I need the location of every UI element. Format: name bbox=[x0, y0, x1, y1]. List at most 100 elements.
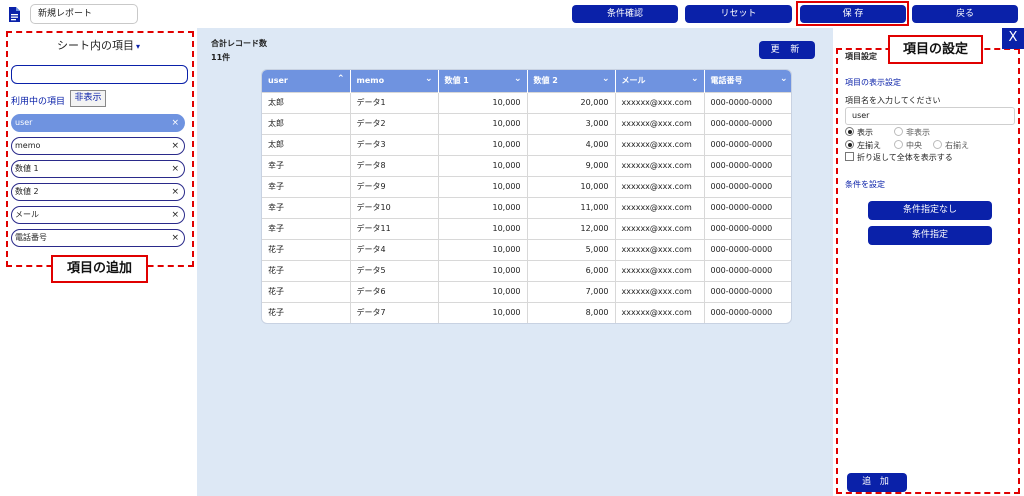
close-icon[interactable]: × bbox=[171, 115, 179, 131]
refresh-button[interactable]: 更 新 bbox=[759, 41, 815, 59]
field-settings-callout: 項目の設定 bbox=[888, 35, 983, 64]
radio-align-left[interactable]: 左揃え bbox=[845, 140, 881, 151]
table-cell: 11,000 bbox=[527, 196, 616, 218]
table-cell: 000-0000-0000 bbox=[704, 91, 791, 113]
table-cell: xxxxxx@xxx.com bbox=[615, 175, 705, 197]
condition-settings-heading: 条件を設定 bbox=[845, 180, 885, 189]
table-row[interactable]: 太郎 データ3 10,000 4,000 xxxxxx@xxx.com 000-0000-… bbox=[262, 133, 791, 155]
field-item-label: memo bbox=[15, 141, 41, 150]
no-condition-button[interactable]: 条件指定なし bbox=[868, 201, 992, 220]
sheet-fields-title-text: シート内の項目 bbox=[56, 39, 134, 52]
table-cell: 7,000 bbox=[527, 280, 616, 302]
add-fields-callout: 項目の追加 bbox=[51, 255, 148, 283]
table-cell: 3,000 bbox=[527, 112, 616, 134]
record-count-value: 11件 bbox=[211, 53, 231, 62]
table-cell: データ2 bbox=[350, 112, 439, 134]
field-item-value1[interactable]: 数値 1 × bbox=[11, 160, 185, 178]
table-cell: データ3 bbox=[350, 133, 439, 155]
table-cell: 000-0000-0000 bbox=[704, 259, 791, 281]
table-row[interactable]: 太郎 データ1 10,000 20,000 xxxxxx@xxx.com 000-0000… bbox=[262, 91, 791, 113]
close-icon[interactable]: × bbox=[171, 184, 179, 200]
table-cell: 10,000 bbox=[438, 238, 528, 260]
column-header[interactable]: user ⌃ bbox=[262, 70, 351, 92]
radio-unselected-icon bbox=[933, 140, 942, 149]
table-cell: xxxxxx@xxx.com bbox=[615, 112, 705, 134]
field-name-input[interactable]: user bbox=[845, 107, 1015, 125]
table-cell: xxxxxx@xxx.com bbox=[615, 196, 705, 218]
table-cell: 9,000 bbox=[527, 154, 616, 176]
table-cell: 5,000 bbox=[527, 238, 616, 260]
save-button[interactable]: 保 存 bbox=[800, 5, 906, 23]
close-icon[interactable]: × bbox=[171, 230, 179, 246]
add-button[interactable]: 追 加 bbox=[847, 473, 907, 492]
column-header[interactable]: 電話番号 ⌄ bbox=[704, 70, 791, 92]
table-cell: 幸子 bbox=[262, 196, 351, 218]
column-header[interactable]: 数値 2 ⌄ bbox=[527, 70, 616, 92]
sheet-fields-title[interactable]: シート内の項目 ▾ bbox=[0, 37, 197, 53]
checkbox-icon bbox=[845, 152, 854, 161]
caret-down-icon[interactable]: ▾ bbox=[136, 42, 140, 51]
radio-selected-icon bbox=[845, 140, 854, 149]
table-cell: 10,000 bbox=[438, 259, 528, 281]
hide-button[interactable]: 非表示 bbox=[70, 90, 106, 107]
radio-label: 表示 bbox=[857, 128, 873, 137]
table-cell: 花子 bbox=[262, 238, 351, 260]
chevron-down-icon[interactable]: ⌄ bbox=[514, 74, 522, 84]
table-row[interactable]: 太郎 データ2 10,000 3,000 xxxxxx@xxx.com 000-0000-… bbox=[262, 112, 791, 134]
table-cell: 000-0000-0000 bbox=[704, 112, 791, 134]
chevron-up-icon[interactable]: ⌃ bbox=[337, 74, 345, 84]
back-button[interactable]: 戻る bbox=[912, 5, 1018, 23]
field-item-label: 電話番号 bbox=[15, 233, 47, 242]
check-conditions-button[interactable]: 条件確認 bbox=[572, 5, 678, 23]
column-header[interactable]: memo ⌄ bbox=[350, 70, 439, 92]
table-cell: xxxxxx@xxx.com bbox=[615, 217, 705, 239]
table-row[interactable]: 幸子 データ8 10,000 9,000 xxxxxx@xxx.com 000-0000-… bbox=[262, 154, 791, 176]
table-row[interactable]: 花子 データ6 10,000 7,000 xxxxxx@xxx.com 000-0000-… bbox=[262, 280, 791, 302]
radio-hide[interactable]: 非表示 bbox=[894, 127, 930, 138]
column-header-label: user bbox=[268, 76, 288, 86]
wrap-text-checkbox[interactable]: 折り返して全体を表示する bbox=[845, 152, 953, 163]
close-icon[interactable]: × bbox=[171, 138, 179, 154]
table-row[interactable]: 幸子 データ10 10,000 11,000 xxxxxx@xxx.com 000-000… bbox=[262, 196, 791, 218]
field-item-memo[interactable]: memo × bbox=[11, 137, 185, 155]
field-item-label: メール bbox=[15, 210, 39, 219]
display-settings-heading: 項目の表示設定 bbox=[845, 78, 901, 87]
field-item-value2[interactable]: 数値 2 × bbox=[11, 183, 185, 201]
table-row[interactable]: 幸子 データ11 10,000 12,000 xxxxxx@xxx.com 000-000… bbox=[262, 217, 791, 239]
table-cell: 10,000 bbox=[438, 133, 528, 155]
table-row[interactable]: 幸子 データ9 10,000 10,000 xxxxxx@xxx.com 000-0000… bbox=[262, 175, 791, 197]
table-row[interactable]: 花子 データ5 10,000 6,000 xxxxxx@xxx.com 000-0000-… bbox=[262, 259, 791, 281]
chevron-down-icon[interactable]: ⌄ bbox=[691, 74, 699, 84]
field-search-input[interactable] bbox=[11, 65, 188, 84]
close-icon[interactable]: × bbox=[171, 161, 179, 177]
table-cell: xxxxxx@xxx.com bbox=[615, 154, 705, 176]
chevron-down-icon[interactable]: ⌄ bbox=[425, 74, 433, 84]
radio-show[interactable]: 表示 bbox=[845, 127, 873, 138]
table-cell: データ1 bbox=[350, 91, 439, 113]
chevron-down-icon[interactable]: ⌄ bbox=[602, 74, 610, 84]
table-row[interactable]: 花子 データ4 10,000 5,000 xxxxxx@xxx.com 000-0000-… bbox=[262, 238, 791, 260]
chevron-down-icon[interactable]: ⌄ bbox=[780, 74, 788, 84]
radio-unselected-icon bbox=[894, 127, 903, 136]
close-icon[interactable]: X bbox=[1002, 28, 1024, 49]
table-cell: データ4 bbox=[350, 238, 439, 260]
table-cell: 10,000 bbox=[438, 91, 528, 113]
field-item-mail[interactable]: メール × bbox=[11, 206, 185, 224]
field-item-user[interactable]: user × bbox=[11, 114, 185, 132]
table-cell: 10,000 bbox=[438, 280, 528, 302]
reset-button[interactable]: リセット bbox=[685, 5, 792, 23]
field-item-phone[interactable]: 電話番号 × bbox=[11, 229, 185, 247]
radio-align-center[interactable]: 中央 bbox=[894, 140, 922, 151]
column-header[interactable]: 数値 1 ⌄ bbox=[438, 70, 528, 92]
column-header[interactable]: メール ⌄ bbox=[615, 70, 705, 92]
table-cell: 幸子 bbox=[262, 175, 351, 197]
table-row[interactable]: 花子 データ7 10,000 8,000 xxxxxx@xxx.com 000-0000-… bbox=[262, 301, 791, 323]
table-cell: xxxxxx@xxx.com bbox=[615, 280, 705, 302]
table-cell: xxxxxx@xxx.com bbox=[615, 91, 705, 113]
table-cell: 000-0000-0000 bbox=[704, 217, 791, 239]
radio-align-right[interactable]: 右揃え bbox=[933, 140, 969, 151]
close-icon[interactable]: × bbox=[171, 207, 179, 223]
field-item-label: 数値 2 bbox=[15, 187, 39, 196]
report-name-input[interactable]: 新規レポート bbox=[30, 4, 138, 24]
set-condition-button[interactable]: 条件指定 bbox=[868, 226, 992, 245]
